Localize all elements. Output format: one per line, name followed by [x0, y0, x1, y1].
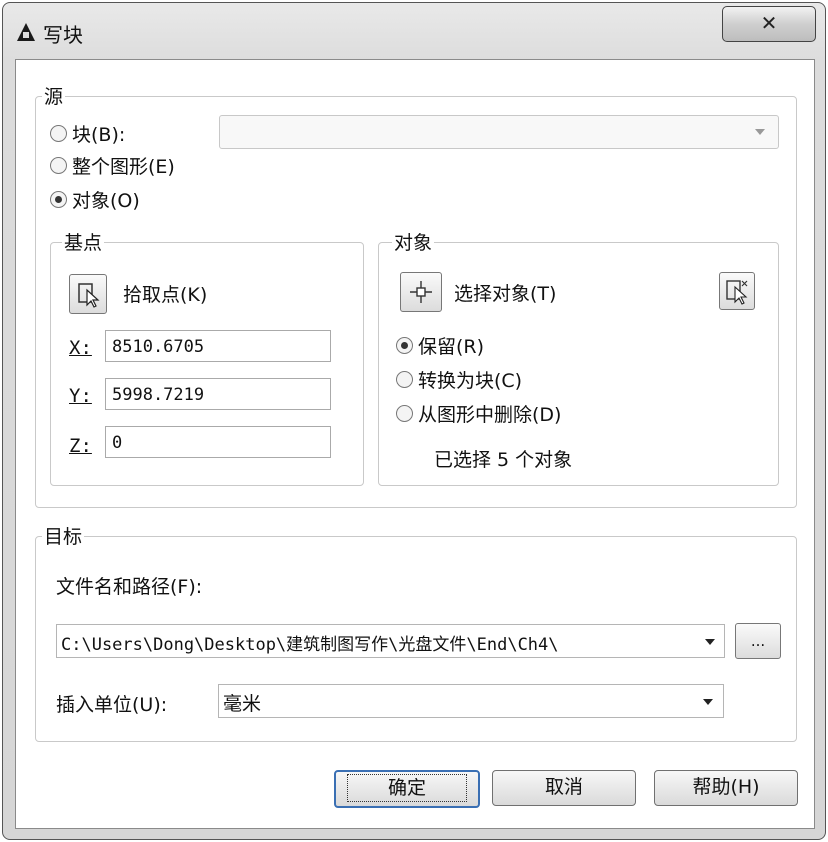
block-radio[interactable]: 块(B): — [50, 120, 125, 147]
quick-select-button[interactable] — [719, 272, 755, 310]
retain-radio-button[interactable] — [396, 337, 413, 354]
z-field[interactable]: 0 — [105, 426, 331, 458]
select-objects-label: 选择对象(T) — [454, 283, 557, 305]
entire-drawing-radio-label: 整个图形(E) — [72, 156, 175, 178]
delete-from-drawing-radio-button[interactable] — [396, 405, 413, 422]
x-label: X: — [69, 337, 92, 359]
browse-button-label: ... — [750, 632, 766, 650]
entire-drawing-radio[interactable]: 整个图形(E) — [50, 152, 175, 179]
base-point-legend: 基点 — [62, 228, 105, 255]
block-name-combo[interactable] — [219, 115, 779, 149]
title-bar[interactable]: 写块 ✕ — [3, 3, 825, 59]
objects-radio-button[interactable] — [50, 191, 67, 208]
y-field[interactable]: 5998.7219 — [105, 378, 331, 410]
retain-radio-label: 保留(R) — [418, 336, 485, 358]
chevron-down-icon — [703, 699, 713, 705]
ok-button[interactable]: 确定 — [334, 770, 480, 808]
help-button-label: 帮助(H) — [692, 776, 760, 798]
cancel-button-label: 取消 — [544, 776, 583, 798]
file-path-value: C:\Users\Dong\Desktop\建筑制图写作\光盘文件\End\Ch… — [61, 635, 559, 655]
block-radio-label: 块(B): — [72, 124, 126, 146]
convert-to-block-radio-label: 转换为块(C) — [418, 370, 523, 392]
convert-to-block-radio[interactable]: 转换为块(C) — [396, 366, 522, 393]
pick-point-button[interactable] — [69, 274, 107, 314]
pick-point-icon — [78, 283, 100, 308]
autocad-app-icon — [17, 23, 35, 41]
cancel-button[interactable]: 取消 — [492, 770, 636, 806]
browse-button[interactable]: ... — [735, 623, 781, 659]
close-button[interactable]: ✕ — [722, 6, 816, 42]
insert-units-value: 毫米 — [223, 693, 262, 715]
select-objects-button[interactable] — [400, 272, 442, 312]
chevron-down-icon — [755, 129, 765, 135]
delete-from-drawing-radio-label: 从图形中删除(D) — [418, 404, 562, 426]
z-label: Z: — [69, 435, 92, 457]
close-icon: ✕ — [760, 11, 778, 35]
quick-select-icon — [726, 280, 748, 305]
convert-to-block-radio-button[interactable] — [396, 371, 413, 388]
y-label: Y: — [69, 385, 92, 407]
file-path-combo[interactable]: C:\Users\Dong\Desktop\建筑制图写作\光盘文件\End\Ch… — [56, 624, 725, 658]
objects-radio[interactable]: 对象(O) — [50, 186, 140, 213]
delete-from-drawing-radio[interactable]: 从图形中删除(D) — [396, 400, 561, 427]
pick-point-label: 拾取点(K) — [123, 284, 208, 306]
selection-status: 已选择 5 个对象 — [434, 449, 573, 471]
source-legend: 源 — [42, 82, 66, 109]
ok-button-label: 确定 — [346, 774, 467, 802]
insert-units-combo[interactable]: 毫米 — [218, 684, 724, 718]
window-title: 写块 — [43, 23, 83, 47]
objects-legend: 对象 — [392, 228, 435, 255]
retain-radio[interactable]: 保留(R) — [396, 332, 484, 359]
crosshair-icon — [410, 281, 432, 303]
entire-drawing-radio-button[interactable] — [50, 157, 67, 174]
file-path-label: 文件名和路径(F): — [56, 576, 203, 598]
write-block-dialog: 写块 ✕ 源 块(B): 整个图形(E) 对象(O) 基点 拾取点(K) X: … — [2, 2, 826, 840]
chevron-down-icon — [705, 639, 715, 645]
dialog-body: 源 块(B): 整个图形(E) 对象(O) 基点 拾取点(K) X: 8510.… — [15, 59, 815, 829]
insert-units-label: 插入单位(U): — [56, 694, 168, 716]
block-radio-button[interactable] — [50, 125, 67, 142]
help-button[interactable]: 帮助(H) — [654, 770, 798, 806]
destination-legend: 目标 — [42, 522, 85, 549]
x-field[interactable]: 8510.6705 — [105, 330, 331, 362]
objects-radio-label: 对象(O) — [72, 190, 140, 212]
